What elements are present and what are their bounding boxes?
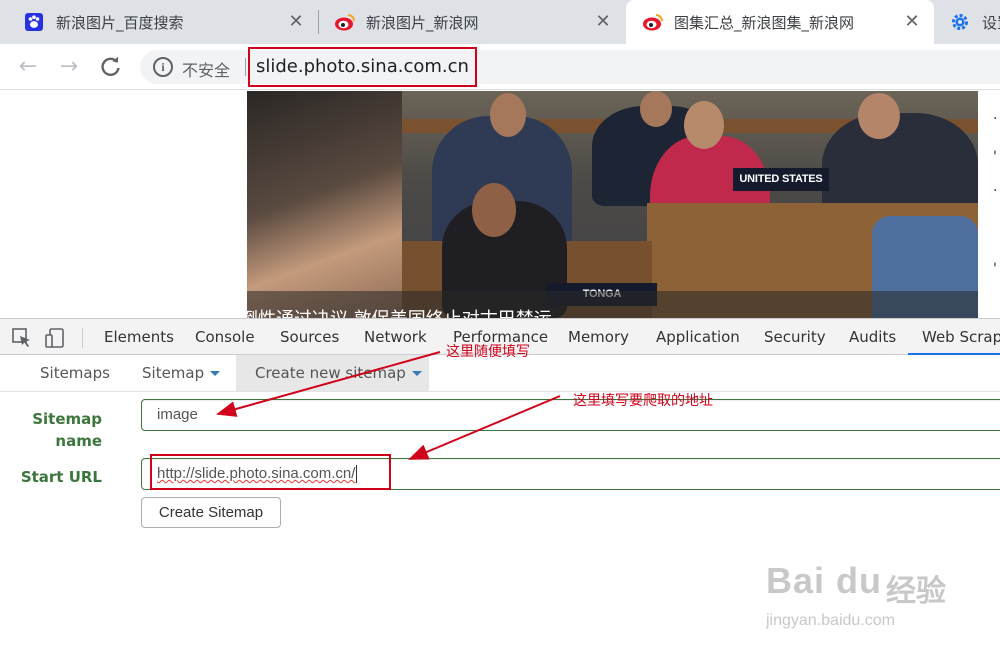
info-icon[interactable]: i [153, 57, 173, 77]
inspect-element-icon[interactable] [11, 327, 33, 349]
page-edge-glyph: ' [993, 149, 997, 165]
watermark-url: jingyan.baidu.com [766, 612, 895, 629]
nav-sitemaps[interactable]: Sitemaps [40, 355, 110, 391]
browser-tab-title: 新浪图片_百度搜索 [56, 13, 184, 32]
back-arrow-icon[interactable]: ← [14, 53, 42, 81]
devtools-tab-memory[interactable]: Memory [568, 319, 629, 355]
caret-down-icon [411, 371, 422, 376]
browser-tab-strip: 新浪图片_百度搜索 ✕ 新浪图片_新浪网 ✕ 图集汇总_新浪图集_新浪网 ✕ 设… [0, 0, 1000, 44]
close-tab-icon[interactable]: ✕ [286, 12, 306, 32]
news-photo[interactable]: UNITED STATES TONGA [247, 91, 978, 318]
close-tab-icon[interactable]: ✕ [593, 12, 613, 32]
browser-tab-settings[interactable]: 设置 [934, 0, 1000, 44]
devtools-tab-sources[interactable]: Sources [280, 319, 339, 355]
nav-create-label: Create new sitemap [255, 364, 406, 382]
nav-sitemap-dropdown[interactable]: Sitemap [142, 355, 221, 391]
baidu-jingyan-watermark: Bai du 经验 jingyan.baidu.com [766, 560, 986, 640]
nav-create-new-sitemap[interactable]: Create new sitemap [236, 355, 429, 391]
page-edge-glyph: · [993, 111, 998, 127]
devtools-tab-application[interactable]: Application [656, 319, 740, 355]
address-bar[interactable]: i 不安全 slide.photo.sina.com.cn [140, 47, 1000, 87]
browser-tab-gallery[interactable]: 图集汇总_新浪图集_新浪网 ✕ [626, 0, 934, 44]
sitemap-name-label: Sitemap name [32, 410, 102, 450]
caret-down-icon [210, 371, 221, 376]
watermark-logo: Bai du [766, 560, 883, 601]
forward-arrow-icon[interactable]: → [55, 53, 83, 81]
watermark-cn: 经验 [886, 574, 946, 609]
photo-caption[interactable]: 联合国压倒性通过决议 敦促美国终止对古巴禁运 [168, 305, 552, 318]
devtools-tab-web-scraper[interactable]: Web Scraper [908, 319, 1000, 355]
url-text[interactable]: slide.photo.sina.com.cn [248, 47, 477, 87]
close-tab-icon[interactable]: ✕ [902, 12, 922, 32]
browser-tab-baidu[interactable]: 新浪图片_百度搜索 ✕ [0, 0, 318, 44]
baidu-paw-icon [24, 12, 44, 32]
sitemap-name-input[interactable]: image [141, 399, 1000, 431]
url-highlight-box [150, 454, 391, 490]
web-page-content: UNITED STATES TONGA 联合国压倒性通过决议 敦促美国终止对古巴… [0, 91, 1000, 318]
devtools-tab-security[interactable]: Security [764, 319, 826, 355]
photo-main-scene [402, 91, 978, 318]
annotation-name-hint: 这里随便填写 [446, 344, 530, 360]
devtools-tab-audits[interactable]: Audits [849, 319, 896, 355]
devtools-separator [82, 328, 83, 348]
start-url-label: Start URL [20, 468, 102, 486]
browser-tab-title: 新浪图片_新浪网 [366, 13, 479, 32]
annotation-url-hint: 这里填写要爬取的地址 [573, 393, 713, 409]
devtools-tab-console[interactable]: Console [195, 319, 255, 355]
browser-toolbar: ← → i 不安全 slide.photo.sina.com.cn [0, 44, 1000, 90]
browser-tab-title: 图集汇总_新浪图集_新浪网 [674, 13, 855, 32]
reload-icon[interactable] [97, 53, 125, 81]
browser-tab-title: 设置 [982, 13, 1000, 32]
devtools-tab-elements[interactable]: Elements [104, 319, 174, 355]
devtools-tab-network[interactable]: Network [364, 319, 427, 355]
sina-weibo-icon [334, 12, 355, 32]
page-edge-glyph: · [993, 183, 998, 199]
create-sitemap-button[interactable]: Create Sitemap [141, 497, 281, 528]
sina-weibo-icon [642, 12, 663, 32]
security-status[interactable]: 不安全 [182, 57, 230, 81]
placard-united-states: UNITED STATES [733, 168, 829, 191]
nav-sitemap-label: Sitemap [142, 364, 205, 382]
gear-icon [950, 12, 970, 32]
page-edge-glyph: ' [993, 261, 997, 277]
browser-tab-sina-photo[interactable]: 新浪图片_新浪网 ✕ [318, 0, 625, 44]
omnibox-separator [245, 58, 246, 76]
photo-left-strip [247, 91, 402, 318]
device-toolbar-icon[interactable] [44, 327, 66, 349]
